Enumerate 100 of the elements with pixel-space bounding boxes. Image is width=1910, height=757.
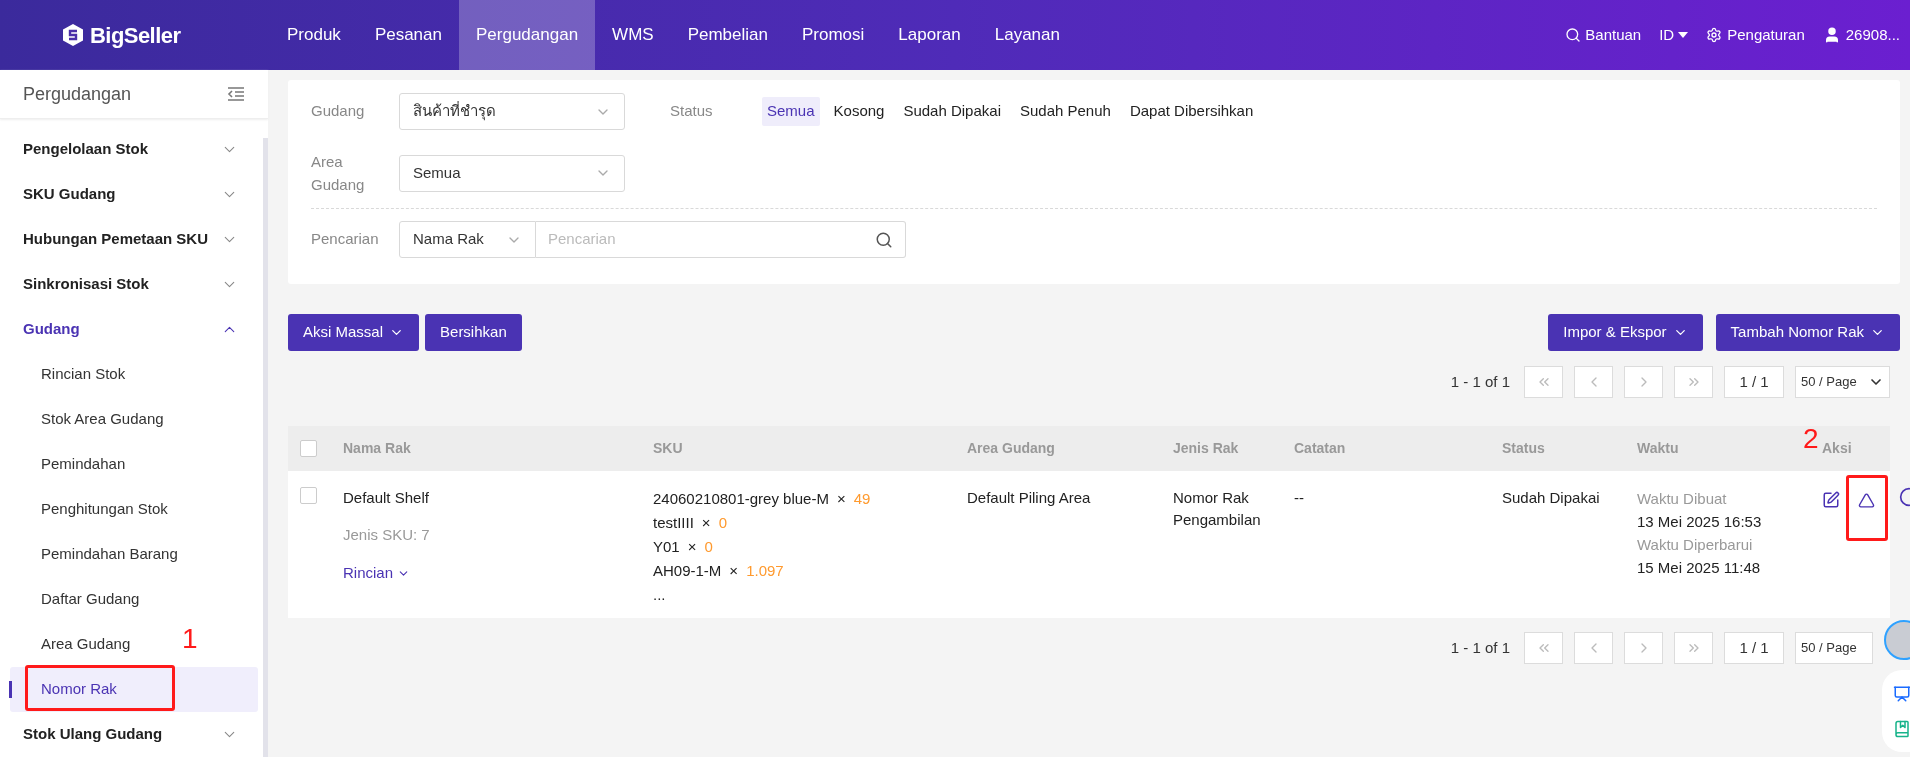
sidebar-submenu-item[interactable]: Pemindahan [10,442,258,487]
filter-label: Gudang [311,101,366,122]
search-field-select[interactable]: Nama Rak [399,221,536,258]
pagination-summary: 1 - 1 of 1 [1450,637,1510,658]
status-filter-option[interactable]: Kosong [828,97,890,126]
column-header: Catatan [1294,439,1346,458]
multiply-sign: × [701,513,711,533]
sidebar-title: Pergudangan [23,82,132,106]
settings-link[interactable]: Pengaturan [1706,23,1805,47]
edit-icon [1822,491,1840,509]
status-filter-option[interactable]: Sudah Dipakai [898,97,1006,126]
status-filter-option[interactable]: Dapat Dibersihkan [1124,97,1259,126]
page-indicator: 1 / 1 [1724,366,1784,398]
column-header: Status [1502,439,1545,458]
toolbar-button[interactable]: Bersihkan [425,314,522,351]
page-size-select[interactable]: 50 / Page [1795,632,1873,664]
sidebar-submenu-item[interactable]: Stok Area Gudang [10,397,258,442]
sku-code: testIIII [653,513,694,533]
sidebar-menu-item[interactable]: SKU Gudang [0,172,258,217]
sidebar-menu-item[interactable]: Gudang [0,307,258,352]
multiply-sign: × [687,537,697,557]
annotation-number: 1 [182,625,198,653]
table-cell-text: Default Piling Area [967,488,1092,508]
table-cell-text: -- [1294,488,1305,508]
nav-tab[interactable]: Promosi [784,0,882,70]
user-menu[interactable]: 26908... [1822,23,1900,47]
sidebar-menu-item[interactable]: Stok Ulang Gudang [0,712,258,757]
nav-tab[interactable]: Laporan [881,0,978,70]
sku-code: Y01 [653,537,680,557]
sidebar-menu-item[interactable]: Sinkronisasi Stok [0,262,258,307]
column-header: Jenis Rak [1173,439,1239,458]
sku-type-count: Jenis SKU: 7 [343,524,431,545]
triangle-icon [1857,491,1875,509]
logo-icon [62,23,84,47]
book-icon[interactable] [1893,719,1910,738]
sidebar-submenu-item[interactable]: Penghitungan Stok [10,487,258,532]
toolbar-button[interactable]: Tambah Nomor Rak [1715,314,1900,351]
status-filter-option[interactable]: Semua [762,97,820,126]
previous-page-button[interactable] [1574,632,1613,664]
pagination-summary: 1 - 1 of 1 [1450,371,1510,392]
sidebar-menu-item[interactable]: Hubungan Pemetaan SKU [0,217,258,262]
nav-tab[interactable]: Layanan [977,0,1077,70]
sku-quantity: 0 [704,537,713,557]
table-cell-text: Nomor Rak Pengambilan [1173,488,1262,530]
nav-tab[interactable]: Pergudangan [459,0,596,70]
filter-label: Area Gudang [311,152,366,195]
sidebar-menu-item[interactable]: Pengelolaan Stok [0,127,258,172]
annotation-box [1846,475,1888,541]
sidebar-submenu-item[interactable]: Rincian Stok [10,352,258,397]
next-page-button[interactable] [1624,632,1663,664]
nav-tab[interactable]: WMS [595,0,671,70]
table-cell-text: Sudah Dipakai [1502,488,1601,508]
sidebar-submenu-item[interactable]: Pemindahan Barang [10,532,258,577]
column-header: Aksi [1822,439,1852,458]
time-value: 13 Mei 2025 16:53 [1637,512,1763,532]
time-label: Waktu Diperbarui [1637,535,1754,555]
sku-code: AH09-1-M [653,561,722,581]
sku-quantity: 1.097 [746,561,784,581]
previous-page-button[interactable] [1574,366,1613,398]
filter-label: Status [670,101,714,122]
select-all-checkbox[interactable] [300,440,317,457]
column-header: SKU [653,439,683,458]
multiply-sign: × [729,561,739,581]
last-page-button[interactable] [1674,366,1713,398]
nav-tab[interactable]: Pembelian [670,0,785,70]
filter-label: Pencarian [311,229,380,250]
page-size-select[interactable]: 50 / Page [1795,366,1890,398]
toolbar-button[interactable]: Aksi Massal [288,314,420,351]
status-filter-option[interactable]: Sudah Penuh [1015,97,1116,126]
brand-name: BigSeller [90,21,181,50]
toolbar-button[interactable]: Impor & Ekspor [1548,314,1703,351]
column-header: Waktu [1637,439,1679,458]
search-input[interactable]: Pencarian [548,228,875,251]
nav-tab[interactable]: Produk [270,0,358,70]
sku-quantity: 49 [853,489,871,509]
annotation-number: 2 [1803,425,1819,453]
first-page-button[interactable] [1524,632,1563,664]
area-select[interactable]: Semua [399,154,625,192]
first-page-button[interactable] [1524,366,1563,398]
details-link[interactable]: Rincian [343,562,411,585]
help-link[interactable]: Bantuan [1565,23,1642,47]
sku-quantity: 0 [718,513,727,533]
sidebar-submenu-item[interactable]: Daftar Gudang [10,577,258,622]
sidebar-submenu-item[interactable]: Nomor Rak [10,667,258,712]
multiply-sign: × [836,489,846,509]
search-icon [1565,27,1582,43]
row-checkbox[interactable] [300,487,317,504]
time-label: Waktu Dibuat [1637,489,1728,509]
next-page-button[interactable] [1624,366,1663,398]
language-select[interactable]: ID [1659,23,1689,47]
column-header: Nama Rak [343,439,411,458]
page-indicator: 1 / 1 [1724,632,1784,664]
search-field[interactable]: Pencarian [536,221,906,258]
nav-tab[interactable]: Pesanan [357,0,459,70]
collapse-sidebar-icon[interactable] [227,86,245,102]
presentation-icon[interactable] [1893,684,1910,703]
last-page-button[interactable] [1674,632,1713,664]
sku-code: 24060210801-grey blue-M [653,489,829,509]
warehouse-select[interactable]: สินค้าที่ชำรุด [399,93,625,130]
selection-indicator [9,681,12,698]
